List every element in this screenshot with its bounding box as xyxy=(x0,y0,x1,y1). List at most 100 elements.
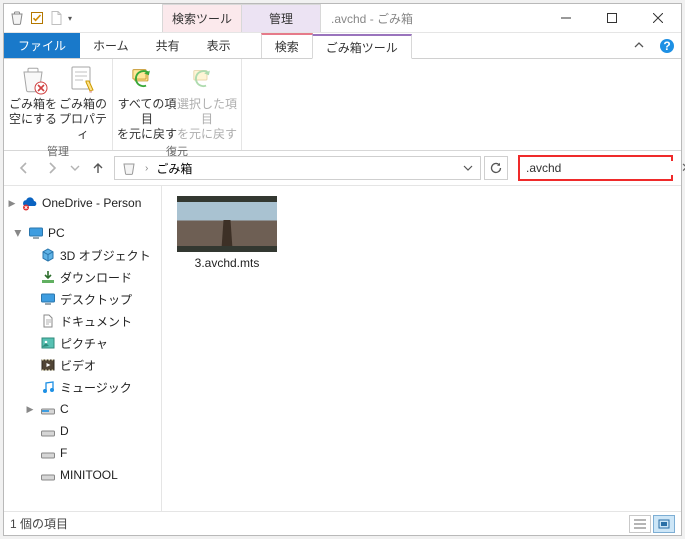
file-item[interactable]: 3.avchd.mts xyxy=(172,196,282,270)
collapse-ribbon-button[interactable] xyxy=(625,33,653,58)
drive-icon xyxy=(40,445,56,461)
navigation-bar: › ごみ箱 ✕ xyxy=(4,151,681,185)
button-label: 空にする xyxy=(9,112,57,127)
clear-search-button[interactable]: ✕ xyxy=(681,160,685,176)
drive-icon xyxy=(40,467,56,483)
tab-file[interactable]: ファイル xyxy=(4,33,80,58)
tree-item-label: C xyxy=(60,402,69,416)
tree-item-drive-c[interactable]: ▶C xyxy=(4,398,161,420)
tree-item-label: ドキュメント xyxy=(60,313,132,330)
button-label: 選択した項目 xyxy=(177,97,237,127)
address-bar-history-button[interactable] xyxy=(458,157,478,179)
tree-item-drive-d[interactable]: ▶D xyxy=(4,420,161,442)
tree-item-label: ビデオ xyxy=(60,357,96,374)
chevron-right-icon[interactable]: ▶ xyxy=(24,404,36,415)
forward-button[interactable] xyxy=(40,156,64,180)
tab-share[interactable]: 共有 xyxy=(143,33,194,58)
context-tab-search-tools[interactable]: 検索ツール xyxy=(162,4,242,32)
button-label: ごみ箱を xyxy=(9,97,57,112)
tree-item-label: F xyxy=(60,446,67,460)
context-tab-manage[interactable]: 管理 xyxy=(241,4,321,32)
ribbon-group-restore: すべての項目 を元に戻す 選択した項目 を元に戻す 復元 xyxy=(113,59,242,150)
videos-icon xyxy=(40,357,56,373)
tab-recycle-bin-tools[interactable]: ごみ箱ツール xyxy=(312,34,412,59)
restore-selected-icon xyxy=(191,64,223,96)
tab-view[interactable]: 表示 xyxy=(194,33,245,58)
qat-document-icon[interactable] xyxy=(48,9,66,27)
tree-item-label: デスクトップ xyxy=(60,291,132,308)
tree-item-documents[interactable]: ▶ドキュメント xyxy=(4,310,161,332)
tree-item-downloads[interactable]: ▶ダウンロード xyxy=(4,266,161,288)
tab-label: 共有 xyxy=(156,37,180,54)
details-view-button[interactable] xyxy=(629,515,651,533)
music-icon xyxy=(40,379,56,395)
tree-item-onedrive[interactable]: ▶ OneDrive - Person xyxy=(4,192,161,214)
restore-selected-items-button: 選択した項目 を元に戻す xyxy=(177,62,237,142)
refresh-button[interactable] xyxy=(484,156,508,180)
button-label: すべての項目 xyxy=(117,97,177,127)
qat-checkbox-icon[interactable] xyxy=(28,9,46,27)
tree-item-label: ダウンロード xyxy=(60,269,132,286)
empty-recycle-bin-button[interactable]: ごみ箱を 空にする xyxy=(8,62,58,142)
help-button[interactable]: ? xyxy=(653,33,681,58)
tree-item-videos[interactable]: ▶ビデオ xyxy=(4,354,161,376)
desktop-icon xyxy=(40,291,56,307)
large-icons-view-button[interactable] xyxy=(653,515,675,533)
tab-label: ファイル xyxy=(18,37,66,54)
svg-text:?: ? xyxy=(663,39,670,53)
tree-item-music[interactable]: ▶ミュージック xyxy=(4,376,161,398)
up-button[interactable] xyxy=(86,156,110,180)
tree-item-label: D xyxy=(60,424,69,438)
tree-item-label: ミュージック xyxy=(60,379,132,396)
tree-item-drive-minitool[interactable]: ▶MINITOOL xyxy=(4,464,161,486)
back-button[interactable] xyxy=(12,156,36,180)
search-input[interactable] xyxy=(526,161,681,175)
tab-label: ごみ箱ツール xyxy=(326,39,398,56)
empty-bin-icon xyxy=(17,64,49,96)
recycle-bin-properties-button[interactable]: ごみ箱の プロパティ xyxy=(58,62,108,142)
restore-all-icon xyxy=(131,64,163,96)
ribbon: ごみ箱を 空にする ごみ箱の プロパティ 管理 すべての項目 を元に戻す xyxy=(4,59,681,151)
button-label: プロパティ xyxy=(58,112,108,142)
close-button[interactable] xyxy=(635,4,681,32)
recent-locations-button[interactable] xyxy=(68,156,82,180)
breadcrumb-item[interactable]: ごみ箱 xyxy=(152,157,196,179)
pc-icon xyxy=(28,225,44,241)
address-bar[interactable]: › ごみ箱 xyxy=(114,156,481,180)
status-bar: 1 個の項目 xyxy=(4,511,681,535)
tree-item-label: 3D オブジェクト xyxy=(60,247,151,264)
pictures-icon xyxy=(40,335,56,351)
breadcrumb-separator-icon[interactable]: › xyxy=(143,163,150,174)
downloads-icon xyxy=(40,269,56,285)
tree-item-pictures[interactable]: ▶ピクチャ xyxy=(4,332,161,354)
chevron-down-icon[interactable]: ▶ xyxy=(13,227,24,239)
button-label: を元に戻す xyxy=(177,127,237,142)
tree-item-desktop[interactable]: ▶デスクトップ xyxy=(4,288,161,310)
tab-home[interactable]: ホーム xyxy=(80,33,143,58)
breadcrumb-root-icon[interactable] xyxy=(117,157,141,179)
tree-item-label: MINITOOL xyxy=(60,468,118,482)
minimize-button[interactable] xyxy=(543,4,589,32)
tree-item-3d-objects[interactable]: ▶3D オブジェクト xyxy=(4,244,161,266)
search-box[interactable]: ✕ xyxy=(518,155,673,181)
button-label: を元に戻す xyxy=(117,127,177,142)
recycle-bin-icon xyxy=(8,9,26,27)
chevron-right-icon[interactable]: ▶ xyxy=(6,198,18,209)
button-label: ごみ箱の xyxy=(59,97,107,112)
restore-all-items-button[interactable]: すべての項目 を元に戻す xyxy=(117,62,177,142)
maximize-button[interactable] xyxy=(589,4,635,32)
tab-search[interactable]: 検索 xyxy=(261,33,313,58)
file-name-label: 3.avchd.mts xyxy=(195,256,260,270)
tree-item-drive-f[interactable]: ▶F xyxy=(4,442,161,464)
items-view[interactable]: 3.avchd.mts xyxy=(162,186,681,511)
item-count-label: 1 個の項目 xyxy=(10,515,68,532)
documents-icon xyxy=(40,313,56,329)
title-bar: ▾ 検索ツール 管理 .avchd - ごみ箱 xyxy=(4,4,681,33)
qat-dropdown-icon[interactable]: ▾ xyxy=(68,14,80,23)
tree-item-label: ピクチャ xyxy=(60,335,108,352)
tab-label: 表示 xyxy=(207,37,231,54)
navigation-pane[interactable]: ▶ OneDrive - Person ▶ PC ▶3D オブジェクト ▶ダウン… xyxy=(4,186,162,511)
tree-item-label: OneDrive - Person xyxy=(42,196,141,210)
properties-icon xyxy=(67,64,99,96)
tree-item-pc[interactable]: ▶ PC xyxy=(4,222,161,244)
